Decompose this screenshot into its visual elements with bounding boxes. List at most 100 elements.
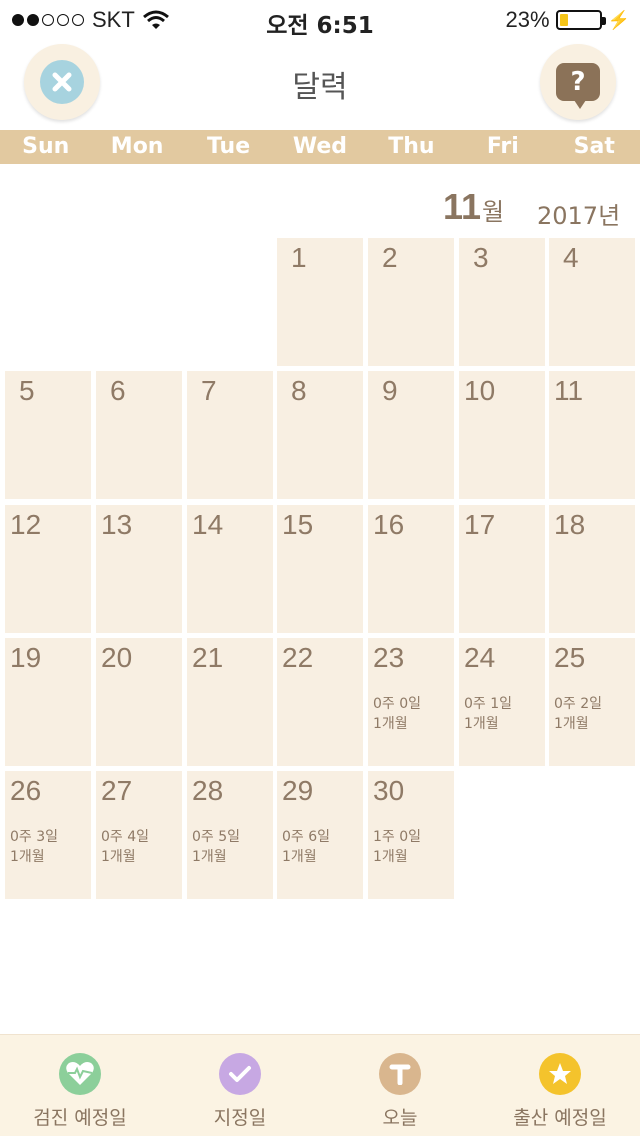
- check-icon: [219, 1053, 261, 1095]
- pregnancy-week-day: 0주 2일: [554, 696, 603, 712]
- legend-label: 출산 예정일: [513, 1107, 607, 1129]
- pregnancy-month: 1개월: [10, 849, 45, 865]
- day-cell[interactable]: 25 0주 2일 1개월: [549, 638, 635, 766]
- day-number: 10: [464, 375, 496, 406]
- legend-designated-date[interactable]: 지정일: [160, 1035, 320, 1136]
- day-cell[interactable]: 7: [187, 371, 273, 499]
- day-cell[interactable]: 5: [5, 371, 91, 499]
- day-number: 9: [382, 375, 398, 406]
- day-cell[interactable]: 16: [368, 505, 454, 633]
- pregnancy-week-day: 0주 0일: [373, 696, 422, 712]
- question-icon: ?: [556, 63, 600, 109]
- day-number: 15: [282, 509, 314, 540]
- day-cell[interactable]: 29 0주 6일 1개월: [277, 771, 363, 899]
- pregnancy-week-day: 0주 5일: [192, 829, 241, 845]
- legend-label: 지정일: [213, 1107, 267, 1129]
- day-number: 13: [101, 509, 133, 540]
- battery-icon: [555, 10, 606, 30]
- day-cell[interactable]: 27 0주 4일 1개월: [96, 771, 182, 899]
- day-number: 22: [282, 642, 314, 673]
- day-cell[interactable]: 20: [96, 638, 182, 766]
- day-number: 23: [373, 642, 405, 673]
- day-cell[interactable]: 26 0주 3일 1개월: [5, 771, 91, 899]
- month-number: 11: [443, 186, 482, 227]
- day-number: 17: [464, 509, 496, 540]
- day-number: 21: [192, 642, 224, 673]
- pregnancy-month: 1개월: [554, 716, 589, 732]
- day-info: 0주 5일 1개월: [192, 827, 240, 867]
- status-right: 23% ⚡: [506, 7, 630, 33]
- day-cell[interactable]: 15: [277, 505, 363, 633]
- day-cell[interactable]: 3: [459, 238, 545, 366]
- day-number: 11: [554, 375, 584, 406]
- day-number: 30: [373, 775, 405, 806]
- pregnancy-month: 1개월: [464, 716, 499, 732]
- day-cell[interactable]: 14: [187, 505, 273, 633]
- help-button[interactable]: ?: [540, 44, 616, 120]
- day-number: 7: [201, 375, 217, 406]
- heart-pulse-icon: [59, 1053, 101, 1095]
- year-label: 2017년: [537, 202, 621, 230]
- weekday-sun: Sun: [22, 134, 70, 159]
- day-number: 18: [554, 509, 586, 540]
- charging-icon: ⚡: [607, 9, 630, 30]
- day-cell[interactable]: 22: [277, 638, 363, 766]
- day-info: 0주 0일 1개월: [373, 694, 421, 734]
- day-cell[interactable]: 23 0주 0일 1개월: [368, 638, 454, 766]
- day-cell[interactable]: 9: [368, 371, 454, 499]
- day-cell[interactable]: 24 0주 1일 1개월: [459, 638, 545, 766]
- pregnancy-month: 1개월: [101, 849, 136, 865]
- pregnancy-month: 1개월: [373, 849, 408, 865]
- weekday-sat: Sat: [573, 134, 615, 159]
- day-cell[interactable]: 6: [96, 371, 182, 499]
- day-cell[interactable]: 12: [5, 505, 91, 633]
- legend-checkup-date[interactable]: 검진 예정일: [0, 1035, 160, 1136]
- day-number: 14: [192, 509, 224, 540]
- legend-label: 검진 예정일: [33, 1107, 127, 1129]
- day-number: 19: [10, 642, 42, 673]
- pregnancy-week-day: 0주 4일: [101, 829, 150, 845]
- weekday-header: Sun Mon Tue Wed Thu Fri Sat: [0, 130, 640, 164]
- bottom-legend-bar: 검진 예정일 지정일 오늘 출산 예정일: [0, 1034, 640, 1136]
- day-info: 0주 2일 1개월: [554, 694, 602, 734]
- pregnancy-week-day: 0주 1일: [464, 696, 513, 712]
- day-cell[interactable]: 2: [368, 238, 454, 366]
- weekday-mon: Mon: [110, 134, 164, 159]
- day-cell[interactable]: 18: [549, 505, 635, 633]
- weekday-thu: Thu: [388, 134, 435, 159]
- day-number: 6: [110, 375, 126, 406]
- day-cell[interactable]: 11: [549, 371, 635, 499]
- pregnancy-week-day: 0주 6일: [282, 829, 331, 845]
- day-number: 2: [382, 242, 398, 273]
- day-cell[interactable]: 17: [459, 505, 545, 633]
- day-cell[interactable]: 8: [277, 371, 363, 499]
- day-number: 28: [192, 775, 224, 806]
- day-number: 5: [19, 375, 35, 406]
- day-info: 0주 4일 1개월: [101, 827, 149, 867]
- battery-percent: 23%: [505, 7, 550, 32]
- day-cell[interactable]: 4: [549, 238, 635, 366]
- day-cell[interactable]: 21: [187, 638, 273, 766]
- day-cell[interactable]: 30 1주 0일 1개월: [368, 771, 454, 899]
- day-cell[interactable]: 1: [277, 238, 363, 366]
- legend-due-date[interactable]: 출산 예정일: [480, 1035, 640, 1136]
- pregnancy-week-day: 0주 3일: [10, 829, 59, 845]
- day-cell[interactable]: 28 0주 5일 1개월: [187, 771, 273, 899]
- day-info: 0주 1일 1개월: [464, 694, 512, 734]
- day-number: 25: [554, 642, 586, 673]
- month-suffix: 월: [482, 198, 505, 226]
- day-number: 20: [101, 642, 133, 673]
- day-cell[interactable]: 13: [96, 505, 182, 633]
- day-cell[interactable]: 19: [5, 638, 91, 766]
- day-number: 8: [291, 375, 307, 406]
- day-number: 26: [10, 775, 42, 806]
- pregnancy-week-day: 1주 0일: [373, 829, 422, 845]
- day-info: 0주 6일 1개월: [282, 827, 330, 867]
- day-number: 24: [464, 642, 496, 673]
- day-number: 3: [473, 242, 489, 273]
- day-info: 0주 3일 1개월: [10, 827, 58, 867]
- legend-today[interactable]: 오늘: [320, 1035, 480, 1136]
- day-cell[interactable]: 10: [459, 371, 545, 499]
- day-info: 1주 0일 1개월: [373, 827, 421, 867]
- legend-label: 오늘: [382, 1107, 418, 1129]
